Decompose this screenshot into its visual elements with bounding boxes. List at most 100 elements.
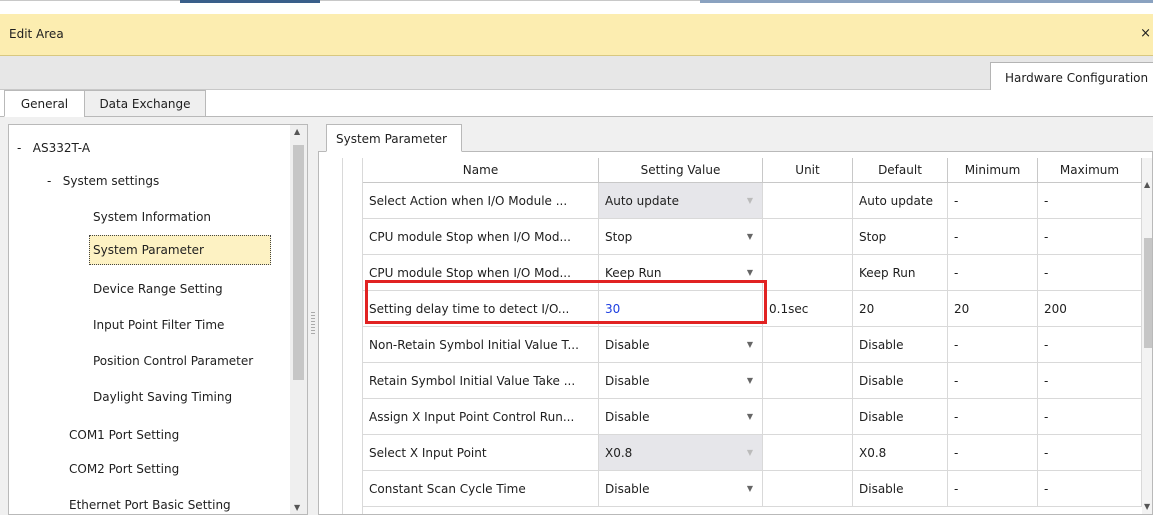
cell-default: Disable [853, 399, 948, 435]
dropdown-arrow-icon[interactable]: ▼ [747, 219, 753, 254]
hardware-tab-bar: Hardware Configuration [0, 56, 1153, 90]
tab-system-parameter[interactable]: System Parameter [326, 124, 462, 152]
tree-item-com1-port-setting[interactable]: COM1 Port Setting [69, 420, 179, 450]
dropdown-arrow-icon[interactable]: ▼ [747, 363, 753, 398]
tree-scrollbar-thumb[interactable] [293, 145, 304, 380]
setting-value-cell[interactable]: Disable ▼ [599, 471, 763, 507]
table-row[interactable]: Retain Symbol Initial Value Take ... Disa… [319, 363, 1152, 399]
dropdown-arrow-icon[interactable]: ▼ [747, 399, 753, 434]
table-row[interactable]: Non-Retain Symbol Initial Value T... Disa… [319, 327, 1152, 363]
main-tab-bar: General Data Exchange [0, 90, 1153, 117]
cell-text: Disable [859, 410, 904, 424]
column-header-minimum[interactable]: Minimum [948, 158, 1038, 183]
cell-max: - [1038, 471, 1142, 507]
table-row[interactable]: Assign X Input Point Control Run... Disab… [319, 399, 1152, 435]
cell-text: - [1044, 266, 1049, 280]
grid-scrollbar-thumb[interactable] [1144, 238, 1152, 348]
cell-text: Disable [605, 482, 650, 496]
cell-text: Disable [859, 338, 904, 352]
cell-min: - [948, 399, 1038, 435]
tree-item-ethernet-port-basic-setting[interactable]: Ethernet Port Basic Setting [69, 490, 231, 514]
splitter-grip-icon[interactable] [311, 312, 315, 336]
top-accent-left [180, 0, 320, 3]
collapse-icon[interactable]: - [17, 141, 21, 155]
dropdown-arrow-icon[interactable]: ▼ [747, 471, 753, 506]
cell-text: - [954, 230, 959, 244]
table-row[interactable]: Select Action when I/O Module ... Auto up… [319, 183, 1152, 219]
table-row[interactable]: Constant Scan Cycle Time Disable ▼ Disable -… [319, 471, 1152, 507]
dropdown-arrow-icon[interactable]: ▼ [747, 327, 753, 362]
cell-unit [763, 471, 853, 507]
dropdown-arrow-icon[interactable]: ▼ [747, 183, 753, 218]
cell-text: - [954, 194, 959, 208]
dropdown-arrow-icon[interactable]: ▼ [747, 435, 753, 470]
table-row[interactable]: CPU module Stop when I/O Mod... Stop ▼ Stop… [319, 219, 1152, 255]
cell-text: Select X Input Point [369, 446, 487, 460]
setting-value-cell[interactable]: Stop ▼ [599, 219, 763, 255]
tree-item-daylight-saving-timing[interactable]: Daylight Saving Timing [93, 382, 232, 412]
cell-text: Disable [859, 374, 904, 388]
tree-item-com2-port-setting[interactable]: COM2 Port Setting [69, 454, 179, 484]
column-header-setting-value[interactable]: Setting Value [599, 158, 763, 183]
column-header-name[interactable]: Name [363, 158, 599, 183]
cell-unit [763, 399, 853, 435]
tree-item-position-control-parameter[interactable]: Position Control Parameter [93, 346, 253, 376]
cell-text: - [1044, 194, 1049, 208]
column-header-default[interactable]: Default [853, 158, 948, 183]
tree-item-system-information[interactable]: System Information [93, 202, 211, 232]
cell-unit [763, 435, 853, 471]
tree-root[interactable]: - AS332T-A [17, 133, 90, 163]
scroll-down-icon[interactable]: ▼ [294, 503, 300, 512]
cell-text: Keep Run [859, 266, 916, 280]
collapse-icon[interactable]: - [47, 174, 51, 188]
cell-max: - [1038, 435, 1142, 471]
tree-item-device-range-setting[interactable]: Device Range Setting [93, 274, 223, 304]
tree-item-system-parameter[interactable]: System Parameter [89, 235, 271, 265]
cell-text: Stop [605, 230, 633, 244]
setting-value-cell[interactable]: Disable ▼ [599, 363, 763, 399]
table-row[interactable]: Select X Input Point X0.8 ▼ X0.8 - - [319, 435, 1152, 471]
cell-max: - [1038, 399, 1142, 435]
cell-unit [763, 183, 853, 219]
setting-value-cell[interactable]: Disable ▼ [599, 399, 763, 435]
tree-group-system-settings[interactable]: - System settings [47, 166, 159, 196]
setting-value-cell[interactable]: Disable ▼ [599, 327, 763, 363]
scroll-down-icon[interactable]: ▼ [1144, 502, 1150, 511]
column-header-unit[interactable]: Unit [763, 158, 853, 183]
close-icon[interactable]: × [1140, 26, 1151, 41]
cell-unit: 0.1sec [763, 291, 853, 327]
tab-general[interactable]: General [4, 90, 85, 117]
panel-splitter[interactable] [309, 124, 317, 515]
setting-value-cell[interactable]: X0.8 ▼ [599, 435, 763, 471]
cell-text: Disable [859, 482, 904, 496]
cell-text: Retain Symbol Initial Value Take ... [369, 374, 576, 388]
cell-text: - [954, 338, 959, 352]
top-accent-right [700, 0, 1153, 3]
settings-tree-panel: - AS332T-A - System settings System Info… [8, 124, 308, 515]
window-top-strip [0, 0, 1153, 14]
cell-default: Disable [853, 471, 948, 507]
cell-text: Constant Scan Cycle Time [369, 482, 526, 496]
cell-unit [763, 255, 853, 291]
cell-default: Disable [853, 363, 948, 399]
parameter-grid: Name Setting Value Unit Default Minimum … [318, 151, 1153, 515]
tree-scrollbar[interactable]: ▲ ▼ [290, 125, 307, 514]
cell-text: - [1044, 410, 1049, 424]
scroll-up-icon[interactable]: ▲ [294, 127, 300, 136]
tree-item-input-point-filter-time[interactable]: Input Point Filter Time [93, 310, 224, 340]
scroll-up-icon[interactable]: ▲ [1144, 180, 1150, 189]
cell-max: - [1038, 219, 1142, 255]
cell-text: Assign X Input Point Control Run... [369, 410, 575, 424]
setting-value-cell[interactable]: Auto update ▼ [599, 183, 763, 219]
tab-hardware-configuration[interactable]: Hardware Configuration [990, 62, 1153, 90]
cell-min: 20 [948, 291, 1038, 327]
cell-name: Retain Symbol Initial Value Take ... [363, 363, 599, 399]
tab-data-exchange[interactable]: Data Exchange [84, 90, 206, 117]
tree-root-label: AS332T-A [32, 141, 91, 155]
cell-text: Select Action when I/O Module ... [369, 194, 568, 208]
column-header-maximum[interactable]: Maximum [1038, 158, 1142, 183]
cell-name: Select X Input Point [363, 435, 599, 471]
cell-text: Auto update [605, 194, 679, 208]
cell-default: Auto update [853, 183, 948, 219]
grid-scrollbar[interactable]: ▲ ▼ [1142, 158, 1152, 514]
